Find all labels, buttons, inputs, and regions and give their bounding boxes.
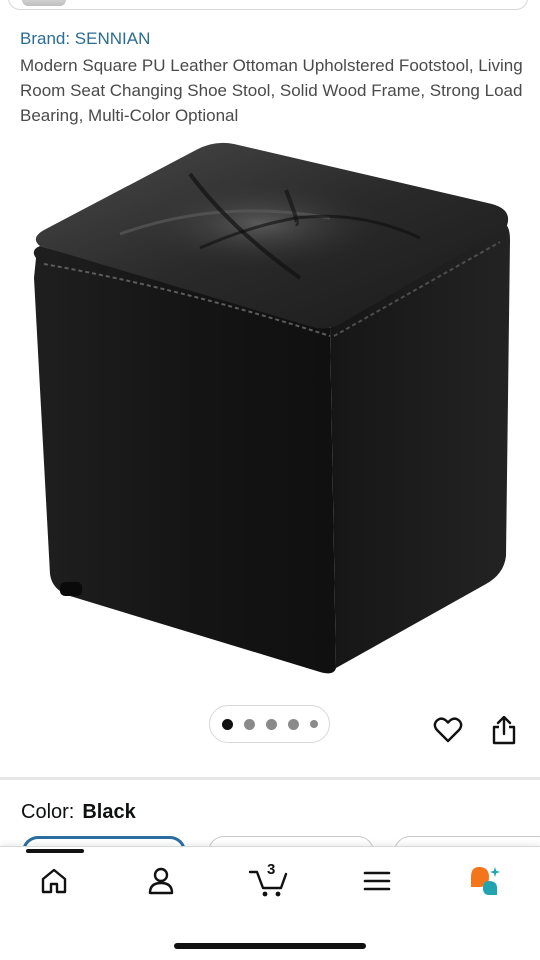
heart-icon	[433, 717, 463, 743]
cart-count-badge: 3	[267, 861, 276, 878]
brand-link[interactable]: Brand: SENNIAN	[20, 29, 150, 49]
ottoman-illustration	[33, 142, 510, 674]
account-icon	[148, 867, 174, 895]
pagination-dot-1[interactable]	[221, 718, 233, 730]
pagination-dot-5[interactable]	[309, 720, 318, 728]
product-title: Modern Square PU Leather Ottoman Upholst…	[20, 56, 523, 125]
share-icon	[492, 715, 516, 745]
thumbnail-edge	[22, 0, 66, 6]
favorite-button[interactable]	[428, 710, 468, 750]
section-divider	[0, 777, 540, 780]
nav-home[interactable]	[24, 861, 84, 901]
bottom-navigation-bar: 3	[0, 846, 540, 960]
search-bar-edge	[8, 0, 528, 10]
nav-account[interactable]	[131, 861, 191, 901]
home-icon	[41, 868, 67, 894]
pagination-dot-4[interactable]	[287, 718, 299, 730]
share-button[interactable]	[484, 710, 524, 750]
ai-assistant-icon	[471, 867, 500, 895]
color-selector-label: Color: Black	[21, 801, 136, 824]
home-indicator	[174, 943, 366, 949]
color-label: Color:	[21, 801, 75, 823]
image-pagination[interactable]	[209, 705, 330, 743]
pagination-dot-2[interactable]	[243, 718, 255, 730]
menu-icon	[363, 871, 391, 891]
product-image[interactable]	[0, 138, 540, 698]
color-value: Black	[82, 801, 136, 823]
previous-section-edge	[0, 0, 540, 12]
nav-menu[interactable]	[347, 861, 407, 901]
nav-ai-assistant[interactable]	[455, 861, 515, 901]
nav-cart[interactable]: 3	[240, 861, 300, 901]
active-tab-indicator	[26, 849, 84, 853]
pagination-dot-3[interactable]	[265, 718, 277, 730]
